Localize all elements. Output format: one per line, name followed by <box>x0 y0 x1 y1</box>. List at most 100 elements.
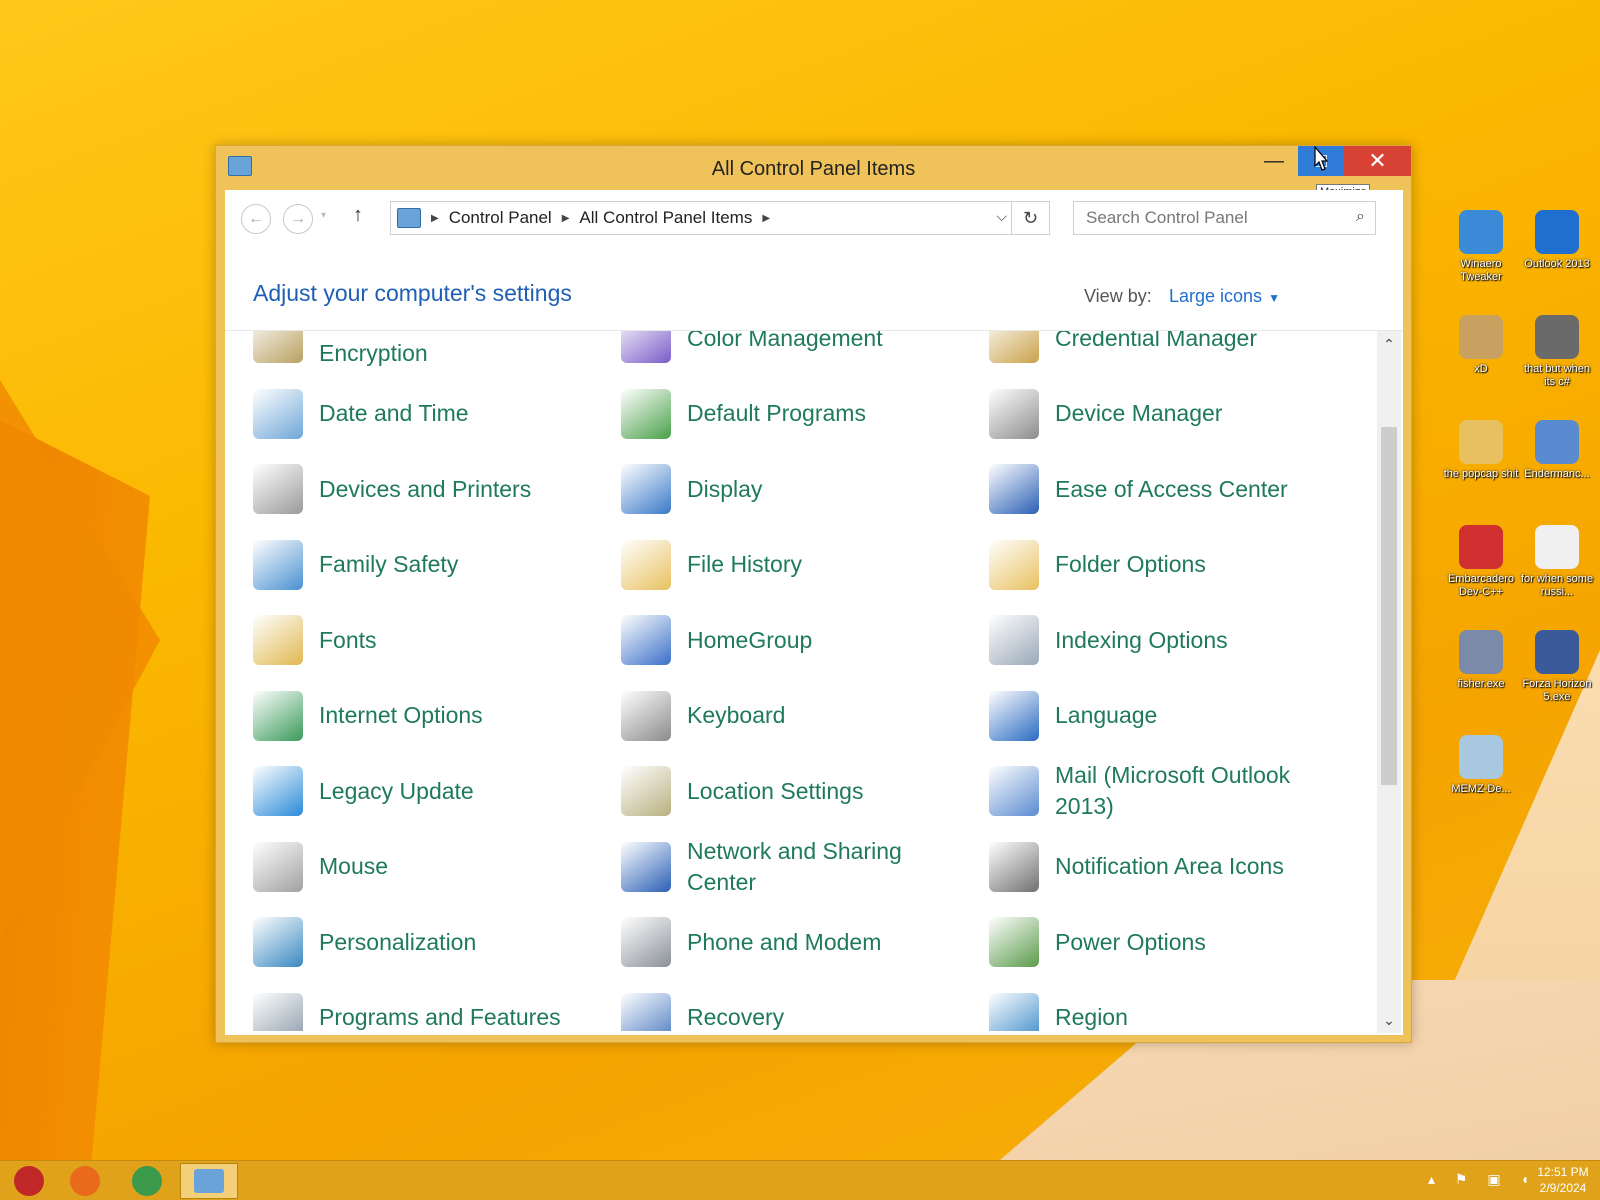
vertical-scrollbar[interactable]: ⌃ ⌄ <box>1377 331 1401 1033</box>
devcpp-icon[interactable] <box>1459 525 1503 569</box>
homegroup-icon[interactable] <box>621 615 671 665</box>
recent-locations-button[interactable]: ▾ <box>321 210 326 221</box>
control-panel-item[interactable]: Programs and Features <box>225 983 585 1031</box>
desktop-icon-label[interactable]: Embarcadero Dev-C++ <box>1442 573 1520 599</box>
refresh-button[interactable]: ↻ <box>1011 202 1049 234</box>
control-panel-item[interactable]: Power Options <box>961 907 1321 977</box>
desktop-icon[interactable]: MEMZ-De... <box>1442 735 1520 796</box>
desktop-icon[interactable]: fisher.exe <box>1442 630 1520 691</box>
control-panel-item-label[interactable]: Credential Manager <box>1055 331 1257 354</box>
search-icon[interactable]: ⌕ <box>1356 208 1365 226</box>
control-panel-item-label[interactable]: Keyboard <box>687 700 785 731</box>
hxd-icon[interactable] <box>1459 315 1503 359</box>
display-icon[interactable] <box>621 464 671 514</box>
control-panel-item[interactable]: Color Management <box>593 331 953 373</box>
address-bar[interactable]: ▶ Control Panel ▶ All Control Panel Item… <box>390 201 1050 235</box>
control-panel-item-label[interactable]: Legacy Update <box>319 776 474 807</box>
fonts-icon[interactable] <box>253 615 303 665</box>
taskbar-app-button[interactable] <box>180 1163 238 1199</box>
control-panel-item-label[interactable]: Power Options <box>1055 927 1206 958</box>
winaero-icon[interactable] <box>1459 210 1503 254</box>
credential-manager-icon[interactable] <box>989 331 1039 363</box>
chrome-icon[interactable] <box>132 1166 162 1196</box>
desktop-icon-label[interactable]: MEMZ-De... <box>1442 783 1520 796</box>
control-panel-item-label[interactable]: Color Management <box>687 331 883 354</box>
de-icon[interactable] <box>1535 525 1579 569</box>
location-settings-icon[interactable] <box>621 766 671 816</box>
breadcrumb-chevron-icon[interactable]: ▶ <box>562 213 570 224</box>
control-panel-item[interactable]: Indexing Options <box>961 605 1321 675</box>
up-button[interactable]: ↑ <box>353 204 363 227</box>
control-panel-item-label[interactable]: Devices and Printers <box>319 474 531 505</box>
control-panel-item[interactable]: BitLocker Drive Encryption <box>225 331 585 373</box>
printer-icon[interactable] <box>253 464 303 514</box>
caret-down-icon[interactable]: ▼ <box>1268 291 1280 305</box>
desktop-icon[interactable]: Embarcadero Dev-C++ <box>1442 525 1520 599</box>
control-panel-item[interactable]: Recovery <box>593 983 953 1031</box>
control-panel-item[interactable]: Personalization <box>225 907 585 977</box>
taskbar-app-button[interactable] <box>0 1163 58 1199</box>
control-panel-item-label[interactable]: Internet Options <box>319 700 483 731</box>
personalization-icon[interactable] <box>253 917 303 967</box>
control-panel-item-label[interactable]: Programs and Features <box>319 1002 561 1031</box>
control-panel-item-label[interactable]: Folder Options <box>1055 549 1206 580</box>
control-panel-item[interactable]: Fonts <box>225 605 585 675</box>
view-by-value[interactable]: Large icons <box>1169 286 1262 306</box>
color-management-icon[interactable] <box>621 331 671 363</box>
folder-icon[interactable] <box>1459 420 1503 464</box>
family-safety-icon[interactable] <box>253 539 303 590</box>
taskbar-app-button[interactable] <box>56 1163 114 1199</box>
control-panel-item-label[interactable]: File History <box>687 549 802 580</box>
control-panel-item[interactable]: Display <box>593 454 953 524</box>
endermanch-icon[interactable] <box>1535 420 1579 464</box>
control-panel-item[interactable]: Date and Time <box>225 379 585 449</box>
scrollbar-thumb[interactable] <box>1381 427 1397 785</box>
control-panel-item-label[interactable]: HomeGroup <box>687 625 812 656</box>
control-panel-item[interactable]: Device Manager <box>961 379 1321 449</box>
desktop-icon[interactable]: that but when its c# <box>1518 315 1596 389</box>
language-icon[interactable] <box>989 690 1039 741</box>
default-programs-icon[interactable] <box>621 388 671 439</box>
recovery-icon[interactable] <box>621 992 671 1031</box>
control-panel-item-label[interactable]: BitLocker Drive Encryption <box>319 331 585 369</box>
control-panel-item[interactable]: Region <box>961 983 1321 1031</box>
control-panel-item[interactable]: File History <box>593 530 953 600</box>
firefox-icon[interactable] <box>70 1166 100 1196</box>
desktop-icon-label[interactable]: Outlook 2013 <box>1518 258 1596 271</box>
start-orb-icon[interactable] <box>14 1166 44 1196</box>
phone-modem-icon[interactable] <box>621 917 671 967</box>
control-panel-item-label[interactable]: Default Programs <box>687 398 866 429</box>
desktop-icon[interactable]: Winaero Tweaker <box>1442 210 1520 284</box>
control-panel-item-label[interactable]: Location Settings <box>687 776 863 807</box>
control-panel-item-label[interactable]: Device Manager <box>1055 398 1222 429</box>
control-panel-item-label[interactable]: Display <box>687 474 762 505</box>
address-dropdown-button[interactable]: ⌵ <box>996 208 1007 225</box>
recycle-bin-icon[interactable] <box>1459 735 1503 779</box>
back-button[interactable]: ← <box>241 204 271 234</box>
desktop-icon-label[interactable]: fisher.exe <box>1442 678 1520 691</box>
desktop-icon-label[interactable]: xD <box>1442 363 1520 376</box>
mouse-icon[interactable] <box>253 841 303 892</box>
control-panel-item[interactable]: Ease of Access Center <box>961 454 1321 524</box>
outlook-icon[interactable] <box>1535 210 1579 254</box>
scroll-down-button[interactable]: ⌄ <box>1377 1009 1401 1031</box>
clock[interactable]: 12:51 PM 2/9/2024 <box>1530 1164 1596 1196</box>
control-panel-item[interactable]: Network and Sharing Center <box>593 832 953 902</box>
control-panel-item[interactable]: Family Safety <box>225 530 585 600</box>
view-by-dropdown[interactable]: Large icons ▼ <box>1169 286 1280 307</box>
desktop-icon-label[interactable]: the popcap shit <box>1442 468 1520 481</box>
control-panel-item-label[interactable]: Indexing Options <box>1055 625 1228 656</box>
control-panel-item-label[interactable]: Language <box>1055 700 1157 731</box>
control-panel-item[interactable]: Notification Area Icons <box>961 832 1321 902</box>
desktop-icon[interactable]: the popcap shit <box>1442 420 1520 481</box>
control-panel-item[interactable]: Keyboard <box>593 681 953 751</box>
control-panel-item-label[interactable]: Mail (Microsoft Outlook 2013) <box>1055 760 1321 822</box>
search-input[interactable] <box>1074 202 1334 234</box>
desktop-icon-label[interactable]: Forza Horizon 5.exe <box>1518 678 1596 704</box>
control-panel-item-label[interactable]: Region <box>1055 1002 1128 1031</box>
network-sharing-icon[interactable] <box>621 841 671 892</box>
date-time-icon[interactable] <box>253 388 303 439</box>
search-box[interactable]: ⌕ <box>1073 201 1376 235</box>
desktop-icon[interactable]: Forza Horizon 5.exe <box>1518 630 1596 704</box>
control-panel-item-label[interactable]: Fonts <box>319 625 377 656</box>
